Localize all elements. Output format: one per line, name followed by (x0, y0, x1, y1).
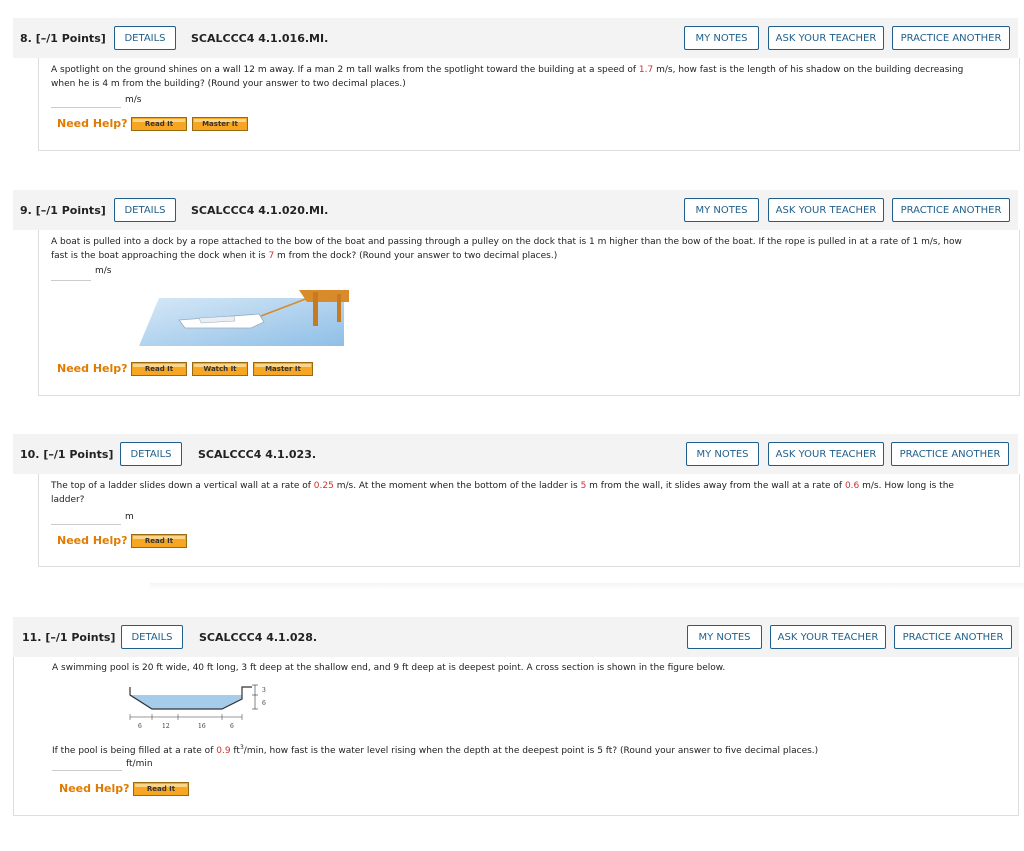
my-notes-button[interactable]: MY NOTES (686, 442, 759, 466)
question-10: 10. [–/1 Points] DETAILS SCALCCC4 4.1.02… (13, 434, 1020, 567)
question-text: The top of a ladder slides down a vertic… (51, 481, 954, 505)
details-button[interactable]: DETAILS (114, 198, 176, 222)
question-text: A boat is pulled into a dock by a rope a… (51, 237, 962, 261)
question-11: 11. [–/1 Points] DETAILS SCALCCC4 4.1.02… (13, 617, 1019, 816)
question-number: 10. [–/1 Points] (20, 448, 114, 461)
read-it-button[interactable]: Read It (133, 782, 189, 796)
question-body: The top of a ladder slides down a vertic… (38, 474, 1020, 567)
answer-input[interactable] (52, 756, 122, 771)
pool-cross-section-figure: 3 6 6 12 16 6 (129, 684, 266, 730)
answer-unit: m (125, 512, 134, 522)
answer-unit: m/s (95, 266, 112, 276)
watch-it-button[interactable]: Watch It (192, 362, 248, 376)
read-it-button[interactable]: Read It (131, 117, 187, 131)
question-code: SCALCCC4 4.1.028. (199, 631, 318, 644)
figure-label-16: 16 (198, 723, 206, 730)
figure-label-6c: 6 (230, 723, 234, 730)
question-code: SCALCCC4 4.1.016.MI. (191, 32, 329, 45)
my-notes-button[interactable]: MY NOTES (687, 625, 762, 649)
question-body: A spotlight on the ground shines on a wa… (38, 58, 1020, 151)
figure-label-12: 12 (162, 723, 170, 730)
question-8: 8. [–/1 Points] DETAILS SCALCCC4 4.1.016… (13, 18, 1020, 151)
figure-label-3: 3 (262, 687, 266, 694)
read-it-button[interactable]: Read It (131, 362, 187, 376)
practice-another-button[interactable]: PRACTICE ANOTHER (892, 198, 1010, 222)
question-body: A boat is pulled into a dock by a rope a… (38, 230, 1020, 396)
section-divider (150, 583, 1024, 589)
practice-another-button[interactable]: PRACTICE ANOTHER (894, 625, 1012, 649)
question-text-2: If the pool is being filled at a rate of… (52, 744, 819, 756)
dock-shape (299, 290, 349, 302)
master-it-button[interactable]: Master It (192, 117, 248, 131)
my-notes-button[interactable]: MY NOTES (684, 198, 759, 222)
ask-teacher-button[interactable]: ASK YOUR TEACHER (768, 442, 884, 466)
practice-another-button[interactable]: PRACTICE ANOTHER (892, 26, 1010, 50)
question-9: 9. [–/1 Points] DETAILS SCALCCC4 4.1.020… (13, 190, 1020, 396)
ask-teacher-button[interactable]: ASK YOUR TEACHER (768, 26, 884, 50)
answer-input[interactable] (51, 510, 121, 525)
question-body: A swimming pool is 20 ft wide, 40 ft lon… (13, 657, 1019, 816)
question-code: SCALCCC4 4.1.023. (198, 448, 317, 461)
read-it-button[interactable]: Read It (131, 534, 187, 548)
my-notes-button[interactable]: MY NOTES (684, 26, 759, 50)
answer-input[interactable] (51, 93, 121, 108)
need-help-label: Need Help? (59, 782, 130, 795)
need-help-label: Need Help? (57, 117, 128, 130)
question-text: A spotlight on the ground shines on a wa… (51, 65, 964, 89)
question-code: SCALCCC4 4.1.020.MI. (191, 204, 329, 217)
question-text: A swimming pool is 20 ft wide, 40 ft lon… (52, 663, 726, 673)
need-help-label: Need Help? (57, 362, 128, 375)
details-button[interactable]: DETAILS (114, 26, 176, 50)
figure-label-6b: 6 (262, 700, 266, 707)
details-button[interactable]: DETAILS (121, 625, 183, 649)
answer-unit: ft/min (126, 759, 153, 769)
figure-label-6: 6 (138, 723, 142, 730)
boat-dock-illustration (139, 290, 349, 346)
question-number: 9. [–/1 Points] (20, 204, 106, 217)
ask-teacher-button[interactable]: ASK YOUR TEACHER (768, 198, 884, 222)
answer-input[interactable] (51, 266, 91, 281)
practice-another-button[interactable]: PRACTICE ANOTHER (891, 442, 1009, 466)
master-it-button[interactable]: Master It (253, 362, 313, 376)
question-number: 11. [–/1 Points] (22, 631, 116, 644)
details-button[interactable]: DETAILS (120, 442, 182, 466)
need-help-label: Need Help? (57, 534, 128, 547)
ask-teacher-button[interactable]: ASK YOUR TEACHER (770, 625, 886, 649)
answer-unit: m/s (125, 95, 142, 105)
question-number: 8. [–/1 Points] (20, 32, 106, 45)
